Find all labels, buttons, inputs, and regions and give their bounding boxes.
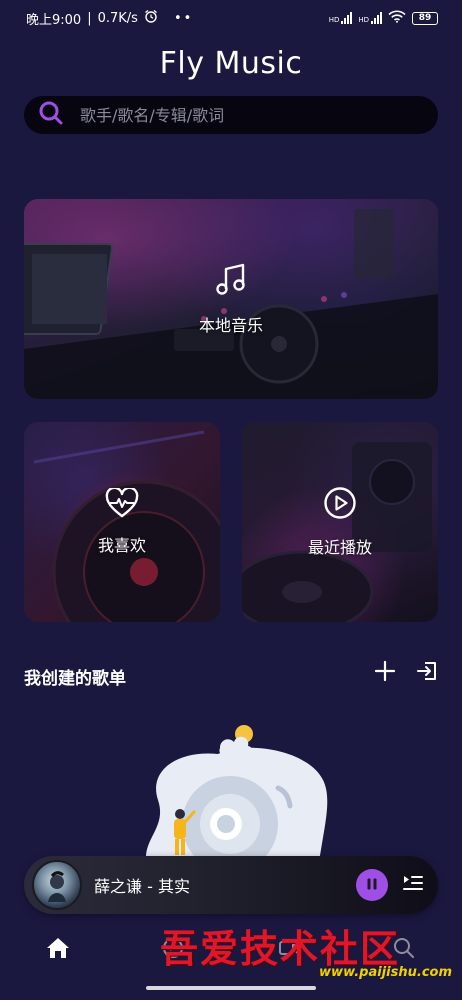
app-title: Fly Music	[159, 46, 303, 81]
search-input[interactable]	[80, 105, 400, 125]
recent-label: 最近播放	[307, 538, 372, 557]
signal-icon: HD	[329, 12, 353, 24]
import-icon[interactable]	[416, 660, 438, 686]
status-left: 晚上9:00 | 0.7K/s ••	[26, 9, 193, 28]
mini-player[interactable]: 薛之谦 - 其实	[24, 856, 438, 914]
search-nav-icon	[392, 936, 416, 964]
signal-label-2: HD	[358, 16, 369, 24]
playlist-section-title: 我创建的歌单	[24, 669, 126, 689]
local-music-label: 本地音乐	[198, 316, 263, 335]
local-music-content: 本地音乐	[199, 262, 263, 336]
queue-button[interactable]	[402, 873, 424, 897]
playlist-section-actions	[374, 660, 438, 686]
status-bar: 晚上9:00 | 0.7K/s •• HD HD 89	[0, 0, 462, 36]
home-indicator[interactable]	[146, 986, 316, 990]
search-icon	[38, 100, 64, 130]
favorites-label: 我喜欢	[97, 536, 146, 555]
now-playing-title: 薛之谦 - 其实	[94, 877, 190, 896]
favorites-content: 我喜欢	[97, 486, 146, 556]
status-right: HD HD 89	[329, 10, 438, 26]
local-music-card[interactable]: 本地音乐	[24, 199, 438, 399]
more-dots-icon: ••	[173, 10, 194, 26]
status-speed: 0.7K/s	[97, 10, 138, 26]
status-time: 晚上9:00	[26, 12, 82, 28]
status-divider: |	[87, 10, 92, 26]
nav-discover[interactable]	[143, 936, 203, 964]
signal-label: HD	[328, 16, 340, 24]
home-icon	[45, 936, 71, 964]
heart-pulse-icon	[105, 486, 139, 522]
nav-video[interactable]	[259, 936, 319, 964]
recent-card[interactable]: 最近播放	[242, 422, 438, 622]
alarm-icon	[144, 9, 158, 27]
compass-icon	[161, 936, 185, 964]
nav-search[interactable]	[374, 936, 434, 964]
pause-icon	[365, 876, 379, 895]
album-art[interactable]	[32, 860, 82, 910]
wifi-icon	[388, 10, 406, 26]
pause-button[interactable]	[356, 869, 388, 901]
favorites-card[interactable]: 我喜欢	[24, 422, 220, 622]
battery-indicator: 89	[412, 11, 438, 25]
nav-home[interactable]	[28, 936, 88, 964]
play-circle-icon	[323, 486, 357, 524]
search-bar[interactable]	[24, 96, 438, 134]
plus-icon[interactable]	[374, 660, 396, 686]
playlist-icon	[402, 873, 424, 897]
music-note-icon	[213, 262, 249, 302]
video-icon	[277, 936, 301, 964]
recent-content: 最近播放	[308, 486, 372, 558]
empty-playlist-illustration	[145, 725, 328, 870]
bottom-nav	[0, 920, 462, 980]
signal-icon-2: HD	[358, 12, 382, 24]
